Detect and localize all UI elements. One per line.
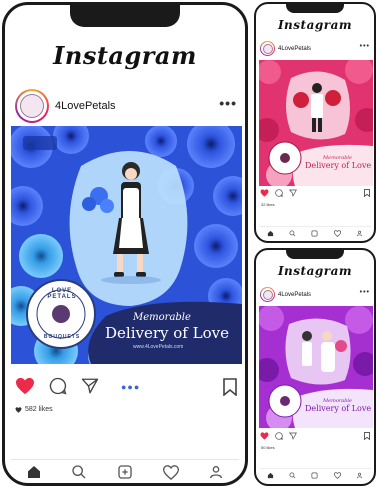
carousel-dots: ●●● <box>121 382 141 392</box>
like-heart-icon[interactable] <box>15 377 35 395</box>
preview-phone-2: Instagram 4LovePetals ••• Memorable Deli… <box>254 248 376 486</box>
post-actions <box>260 432 297 440</box>
likes-count: 32 likes <box>261 202 275 207</box>
thumb-headline: Delivery of Love <box>305 404 372 413</box>
badge-brand-text: LOVE PETALS <box>47 288 77 300</box>
post-username[interactable]: 4LovePetals <box>55 100 116 112</box>
profile-avatar[interactable] <box>15 89 49 123</box>
more-options-icon[interactable]: ••• <box>360 43 370 50</box>
like-heart-icon[interactable] <box>260 432 269 440</box>
home-icon[interactable] <box>26 464 42 480</box>
bottom-nav <box>259 468 371 481</box>
post-header: 4LovePetals <box>260 41 311 56</box>
thumb-headline: Delivery of Love <box>305 161 372 170</box>
new-post-icon[interactable] <box>117 464 133 480</box>
more-options-icon[interactable]: ••• <box>360 289 370 296</box>
post-actions <box>260 189 297 197</box>
search-icon[interactable] <box>71 464 87 480</box>
post-username[interactable]: 4LovePetals <box>278 46 311 52</box>
preview-phone-1: Instagram 4LovePetals ••• Memorable Deli… <box>254 2 376 243</box>
app-brand: Instagram <box>53 41 197 70</box>
post-image[interactable]: Memorable Delivery of Love <box>259 306 373 428</box>
post-username[interactable]: 4LovePetals <box>278 292 311 298</box>
post-image[interactable]: Memorable Delivery of Love <box>259 60 373 186</box>
phone-notch <box>286 250 344 259</box>
home-icon[interactable] <box>267 472 274 479</box>
comment-icon[interactable] <box>49 377 67 395</box>
new-post-icon[interactable] <box>311 472 318 479</box>
share-icon[interactable] <box>289 189 297 197</box>
bottom-nav <box>11 459 239 483</box>
likes-count: 582 likes <box>15 406 53 413</box>
like-heart-icon[interactable] <box>260 189 269 197</box>
post-header: 4LovePetals <box>260 287 311 302</box>
app-brand: Instagram <box>277 18 353 32</box>
phone-notch <box>286 4 344 13</box>
post-url: www.4LovePetals.com <box>133 344 184 350</box>
likes-count: 50 likes <box>261 445 275 450</box>
comment-icon[interactable] <box>275 432 283 440</box>
profile-icon[interactable] <box>208 464 224 480</box>
search-icon[interactable] <box>289 230 296 237</box>
badge-sub-text: BOUQUETS <box>43 334 81 340</box>
phone-notch <box>70 5 180 27</box>
post-tagline: Memorable <box>133 312 191 323</box>
new-post-icon[interactable] <box>311 230 318 237</box>
profile-avatar[interactable] <box>260 287 275 302</box>
main-phone: Instagram 4LovePetals ••• LOVE PETALS BO… <box>2 2 248 486</box>
activity-heart-icon[interactable] <box>333 471 341 479</box>
app-brand: Instagram <box>277 264 353 278</box>
search-icon[interactable] <box>289 472 296 479</box>
save-bookmark-icon[interactable] <box>364 432 370 440</box>
post-headline: Delivery of Love <box>105 324 229 342</box>
save-bookmark-icon[interactable] <box>364 189 370 197</box>
activity-heart-icon[interactable] <box>162 464 179 480</box>
more-options-icon[interactable]: ••• <box>219 95 237 111</box>
bottom-nav <box>259 226 371 239</box>
save-bookmark-icon[interactable] <box>223 378 237 396</box>
likes-count-text: 582 likes <box>25 406 53 413</box>
post-actions <box>15 377 99 395</box>
profile-icon[interactable] <box>356 472 363 479</box>
comment-icon[interactable] <box>275 189 283 197</box>
post-header: 4LovePetals <box>15 89 116 123</box>
share-icon[interactable] <box>289 432 297 440</box>
home-icon[interactable] <box>267 230 274 237</box>
profile-avatar[interactable] <box>260 41 275 56</box>
share-icon[interactable] <box>81 377 99 395</box>
profile-icon[interactable] <box>356 230 363 237</box>
post-image[interactable]: LOVE PETALS BOUQUETS Memorable Delivery … <box>11 126 242 364</box>
likes-heart-icon <box>15 406 22 413</box>
activity-heart-icon[interactable] <box>333 229 341 237</box>
